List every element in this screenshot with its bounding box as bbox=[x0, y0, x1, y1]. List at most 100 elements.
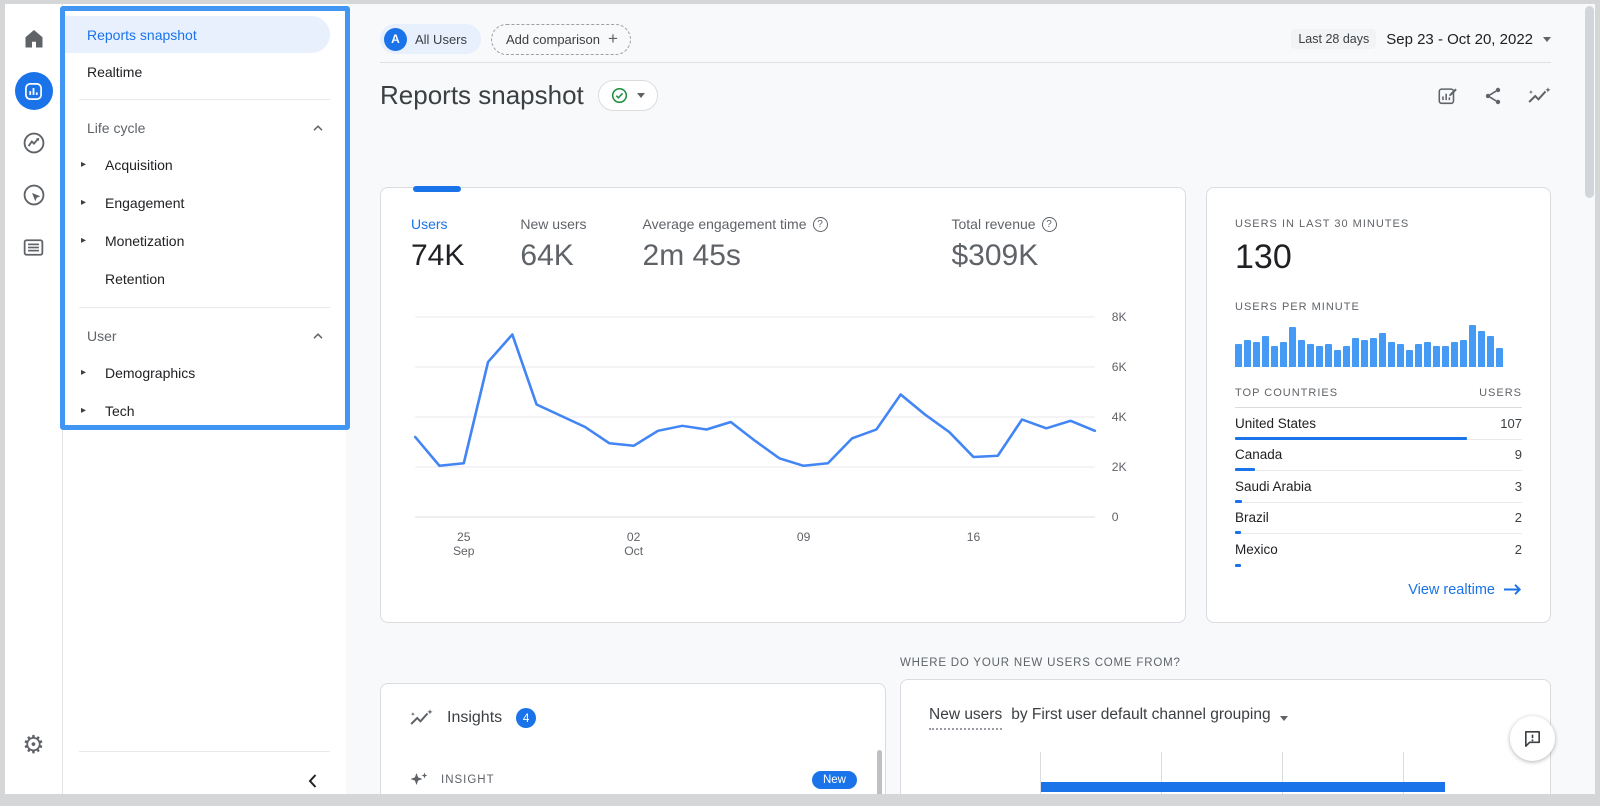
feedback-button[interactable] bbox=[1510, 716, 1555, 761]
country-row-saudi-arabia: Saudi Arabia 3 bbox=[1235, 471, 1522, 503]
sidebar-section-life-cycle[interactable]: Life cycle bbox=[63, 109, 346, 146]
sidebar-section-user[interactable]: User bbox=[63, 317, 346, 354]
sidebar-item-engagement[interactable]: ▸ Engagement bbox=[63, 184, 346, 222]
chevron-down-icon bbox=[1279, 715, 1288, 721]
insights-header[interactable]: Insights 4 bbox=[409, 708, 857, 728]
report-status-dropdown[interactable] bbox=[597, 80, 658, 111]
browser-viewport: ⚙ Reports snapshot Realtime Life cycle ▸ Acq… bbox=[0, 0, 1600, 806]
minute-bar bbox=[1262, 335, 1269, 367]
sidebar-item-realtime[interactable]: Realtime bbox=[63, 53, 346, 90]
minute-bar bbox=[1469, 325, 1476, 367]
help-icon[interactable]: ? bbox=[1041, 216, 1057, 232]
view-realtime-link[interactable]: View realtime bbox=[1235, 582, 1522, 598]
countries-table-header: TOP COUNTRIES USERS bbox=[1235, 387, 1522, 408]
svg-text:09: 09 bbox=[797, 530, 811, 544]
dimension-selector[interactable]: New users by First user default channel … bbox=[929, 706, 1522, 730]
expand-triangle-icon: ▸ bbox=[81, 197, 87, 209]
svg-text:2K: 2K bbox=[1112, 460, 1127, 474]
sidebar-item-acquisition[interactable]: ▸ Acquisition bbox=[63, 146, 346, 184]
explore-icon[interactable] bbox=[15, 124, 53, 162]
new-users-bar-chart bbox=[929, 752, 1522, 794]
minute-bar bbox=[1307, 343, 1314, 367]
help-icon[interactable]: ? bbox=[812, 216, 828, 232]
card-scrollbar-thumb[interactable] bbox=[877, 750, 882, 794]
minute-bar bbox=[1334, 350, 1341, 367]
metric-tabs: Users 74K New users 64K Average engageme… bbox=[411, 216, 1155, 273]
collapse-drawer-chevron-icon[interactable] bbox=[307, 773, 318, 794]
home-icon[interactable] bbox=[15, 20, 53, 58]
feedback-bubble-icon bbox=[1525, 731, 1540, 747]
minute-bar bbox=[1424, 341, 1431, 367]
svg-text:8K: 8K bbox=[1112, 310, 1127, 324]
sidebar-item-reports-snapshot[interactable]: Reports snapshot bbox=[63, 16, 330, 53]
analytics-app: ⚙ Reports snapshot Realtime Life cycle ▸ Acq… bbox=[5, 4, 1595, 794]
top-cards-row: Users 74K New users 64K Average engageme… bbox=[380, 186, 1551, 623]
plus-icon: + bbox=[607, 29, 618, 48]
expand-triangle-icon: ▸ bbox=[81, 159, 87, 171]
new-users-card: New users by First user default channel … bbox=[900, 679, 1551, 794]
report-nav-items: Reports snapshot Realtime Life cycle ▸ Acqui… bbox=[63, 16, 346, 430]
minute-bar bbox=[1460, 339, 1467, 367]
segment-label: All Users bbox=[415, 31, 468, 47]
selected-metric-tab-indicator bbox=[413, 186, 461, 192]
customize-report-icon[interactable] bbox=[1437, 85, 1459, 107]
metric-tab-new-users[interactable]: New users 64K bbox=[520, 216, 586, 273]
page-title: Reports snapshot bbox=[380, 80, 584, 110]
minute-bar bbox=[1388, 341, 1395, 367]
country-row-canada: Canada 9 bbox=[1235, 440, 1522, 471]
date-range-picker[interactable]: Last 28 days Sep 23 - Oct 20, 2022 bbox=[1291, 29, 1551, 49]
country-row-brazil: Brazil 2 bbox=[1235, 503, 1522, 534]
expand-triangle-icon: ▸ bbox=[81, 405, 87, 417]
country-row-united-states: United States 107 bbox=[1235, 408, 1522, 440]
minute-bar bbox=[1433, 346, 1440, 367]
all-users-chip[interactable]: A All Users bbox=[380, 24, 482, 54]
drawer-divider bbox=[79, 751, 330, 752]
dimension-selector-underlined: New users bbox=[929, 706, 1003, 730]
sidebar-item-retention[interactable]: Retention bbox=[63, 260, 346, 298]
insights-card: Insights 4 INSIGHT New bbox=[380, 683, 886, 794]
metric-tab-users[interactable]: Users 74K bbox=[411, 216, 464, 273]
new-users-section-heading: WHERE DO YOUR NEW USERS COME FROM? bbox=[900, 657, 1181, 669]
svg-text:6K: 6K bbox=[1112, 360, 1127, 374]
users-30min-label: USERS IN LAST 30 MINUTES bbox=[1235, 218, 1410, 230]
insights-sparkline-icon[interactable] bbox=[1527, 86, 1551, 106]
chevron-up-icon bbox=[313, 124, 323, 131]
settings-gear-icon[interactable]: ⚙ bbox=[22, 733, 44, 758]
title-actions bbox=[1437, 85, 1551, 107]
sidebar-item-monetization[interactable]: ▸ Monetization bbox=[63, 222, 346, 260]
minute-bar bbox=[1298, 339, 1305, 367]
drawer-bottom bbox=[63, 751, 346, 788]
users-line-chart-wrap: 0 2K 4K 6K 8K 25 Sep 02 Oct 09 16 bbox=[411, 297, 1155, 564]
country-bar bbox=[1235, 563, 1241, 567]
segment-avatar: A bbox=[384, 27, 407, 51]
sidebar-item-tech[interactable]: ▸ Tech bbox=[63, 392, 346, 430]
arrow-right-icon bbox=[1504, 584, 1522, 595]
add-comparison-button[interactable]: Add comparison + bbox=[491, 23, 631, 55]
insight-sparkle-icon bbox=[410, 772, 428, 785]
library-icon[interactable] bbox=[15, 228, 53, 266]
chevron-up-icon bbox=[313, 332, 323, 339]
expand-triangle-icon: ▸ bbox=[81, 235, 87, 247]
advertising-icon[interactable] bbox=[15, 176, 53, 214]
users-line-chart: 0 2K 4K 6K 8K 25Sep 02Oct 09 16 bbox=[413, 310, 1127, 558]
insights-sparkline-icon bbox=[410, 709, 433, 725]
reports-selected-circle bbox=[14, 72, 53, 110]
metric-tab-total-revenue[interactable]: Total revenue? $309K bbox=[952, 216, 1057, 273]
metric-tab-avg-engagement-time[interactable]: Average engagement time? 2m 45s bbox=[643, 216, 828, 273]
share-icon[interactable] bbox=[1483, 86, 1503, 106]
nav-divider bbox=[79, 307, 330, 308]
users-overview-card: Users 74K New users 64K Average engageme… bbox=[380, 186, 1186, 623]
reports-icon[interactable] bbox=[14, 72, 53, 110]
minute-bar bbox=[1442, 346, 1449, 367]
sidebar-item-demographics[interactable]: ▸ Demographics bbox=[63, 354, 346, 392]
insight-list-item[interactable]: INSIGHT New bbox=[409, 770, 857, 790]
realtime-card: USERS IN LAST 30 MINUTES 130 USERS PER M… bbox=[1206, 187, 1551, 623]
chevron-down-icon bbox=[636, 93, 645, 98]
nav-divider bbox=[79, 99, 330, 100]
minute-bar bbox=[1325, 343, 1332, 367]
insights-count-badge: 4 bbox=[516, 708, 537, 728]
minute-bar bbox=[1352, 337, 1359, 367]
svg-text:0: 0 bbox=[1112, 510, 1119, 524]
window-scrollbar-thumb[interactable] bbox=[1585, 6, 1594, 198]
date-range-preset: Last 28 days bbox=[1291, 29, 1377, 49]
